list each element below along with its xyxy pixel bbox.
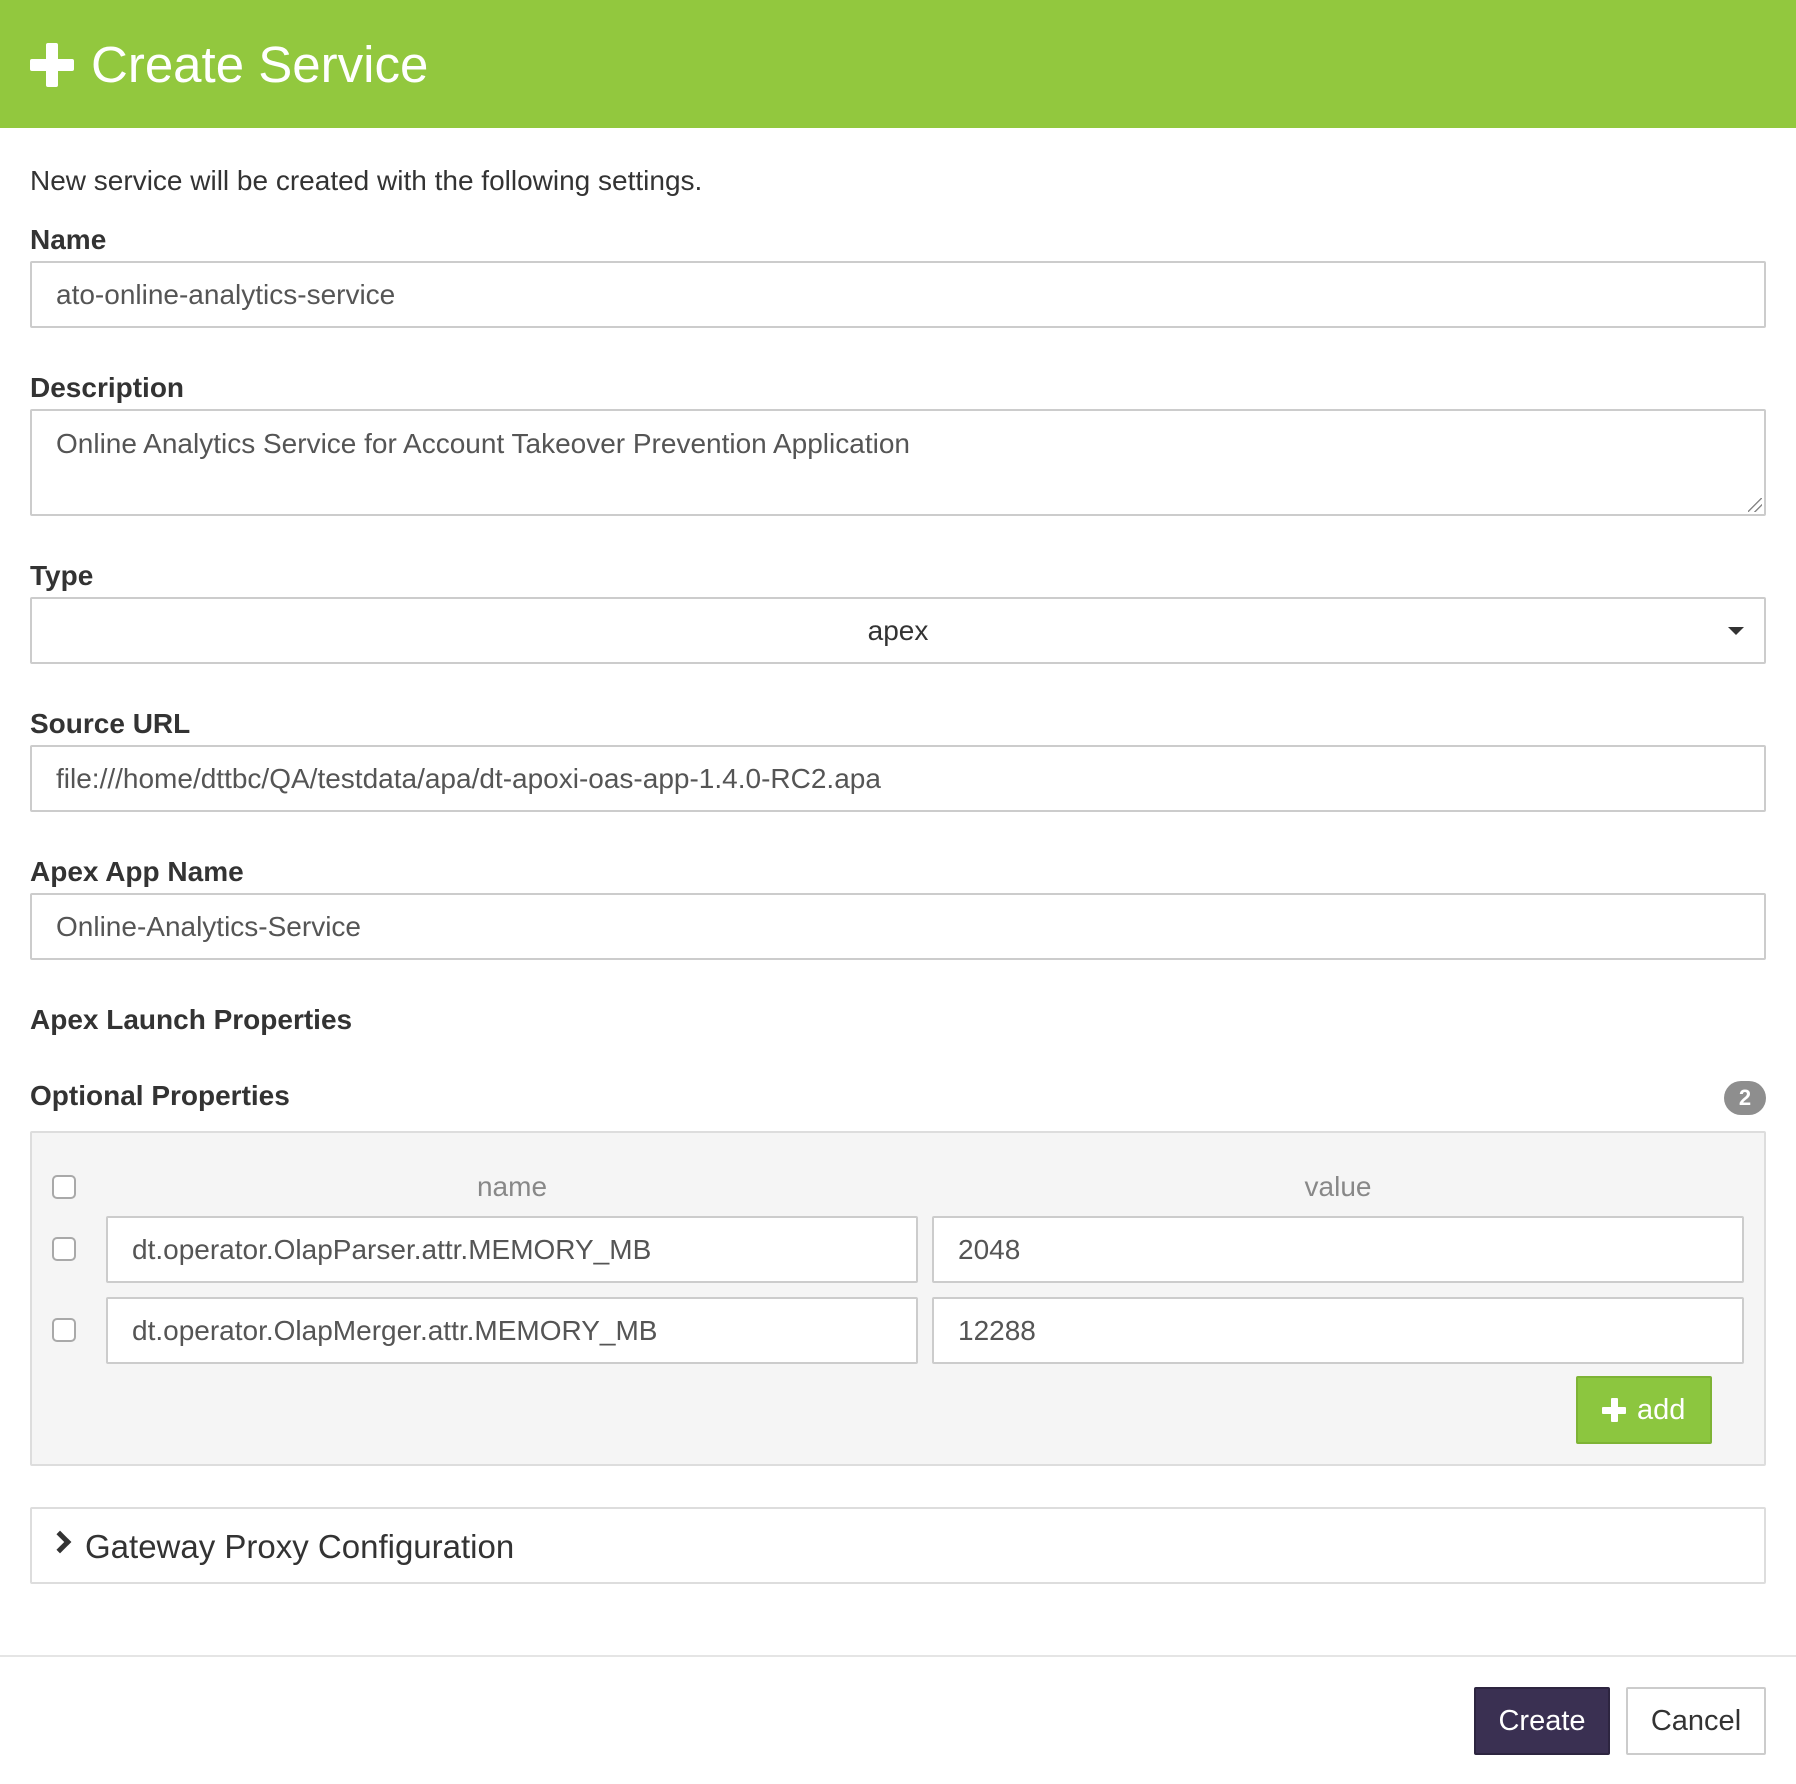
select-all-checkbox[interactable] [52, 1175, 76, 1199]
gateway-proxy-section[interactable]: Gateway Proxy Configuration [30, 1507, 1766, 1584]
description-textarea[interactable]: Online Analytics Service for Account Tak… [30, 409, 1766, 516]
type-selected-value: apex [867, 615, 929, 646]
add-property-button[interactable]: add [1576, 1376, 1712, 1444]
property-name-input[interactable]: dt.operator.OlapParser.attr.MEMORY_MB [106, 1216, 918, 1283]
source-url-input[interactable]: file:///home/dttbc/QA/testdata/apa/dt-ap… [30, 745, 1766, 812]
description-text: Online Analytics Service for Account Tak… [56, 428, 910, 459]
gateway-proxy-title: Gateway Proxy Configuration [85, 1528, 515, 1565]
optional-properties-label: Optional Properties [30, 1080, 290, 1111]
resize-handle-icon[interactable] [1748, 498, 1762, 512]
apex-launch-properties-label: Apex Launch Properties [30, 1004, 353, 1035]
type-label: Type [30, 560, 94, 591]
dialog-header: Create Service [0, 0, 1796, 128]
type-select[interactable]: apex [30, 597, 1766, 664]
source-url-label: Source URL [30, 708, 191, 739]
cancel-button[interactable]: Cancel [1626, 1687, 1766, 1755]
apex-app-name-input[interactable]: Online-Analytics-Service [30, 893, 1766, 960]
dialog-title: Create Service [91, 36, 429, 93]
name-label: Name [30, 224, 107, 255]
property-count-badge: 2 [1724, 1081, 1766, 1115]
name-column-header: name [476, 1171, 548, 1202]
chevron-right-icon [48, 1530, 72, 1554]
row-checkbox[interactable] [52, 1237, 76, 1261]
plus-icon [1602, 1398, 1626, 1422]
property-value-input[interactable]: 12288 [932, 1297, 1744, 1364]
footer-divider [0, 1655, 1796, 1657]
add-label: add [1637, 1394, 1686, 1426]
name-input[interactable]: ato-online-analytics-service [30, 261, 1766, 328]
create-button[interactable]: Create [1474, 1687, 1610, 1755]
property-value-input[interactable]: 2048 [932, 1216, 1744, 1283]
apex-app-name-label: Apex App Name [30, 856, 244, 887]
property-name-input[interactable]: dt.operator.OlapMerger.attr.MEMORY_MB [106, 1297, 918, 1364]
value-column-header: value [1304, 1171, 1372, 1202]
intro-text: New service will be created with the fol… [30, 165, 703, 196]
plus-icon [30, 43, 74, 87]
caret-down-icon [1728, 627, 1744, 635]
row-checkbox[interactable] [52, 1318, 76, 1342]
description-label: Description [30, 372, 185, 403]
